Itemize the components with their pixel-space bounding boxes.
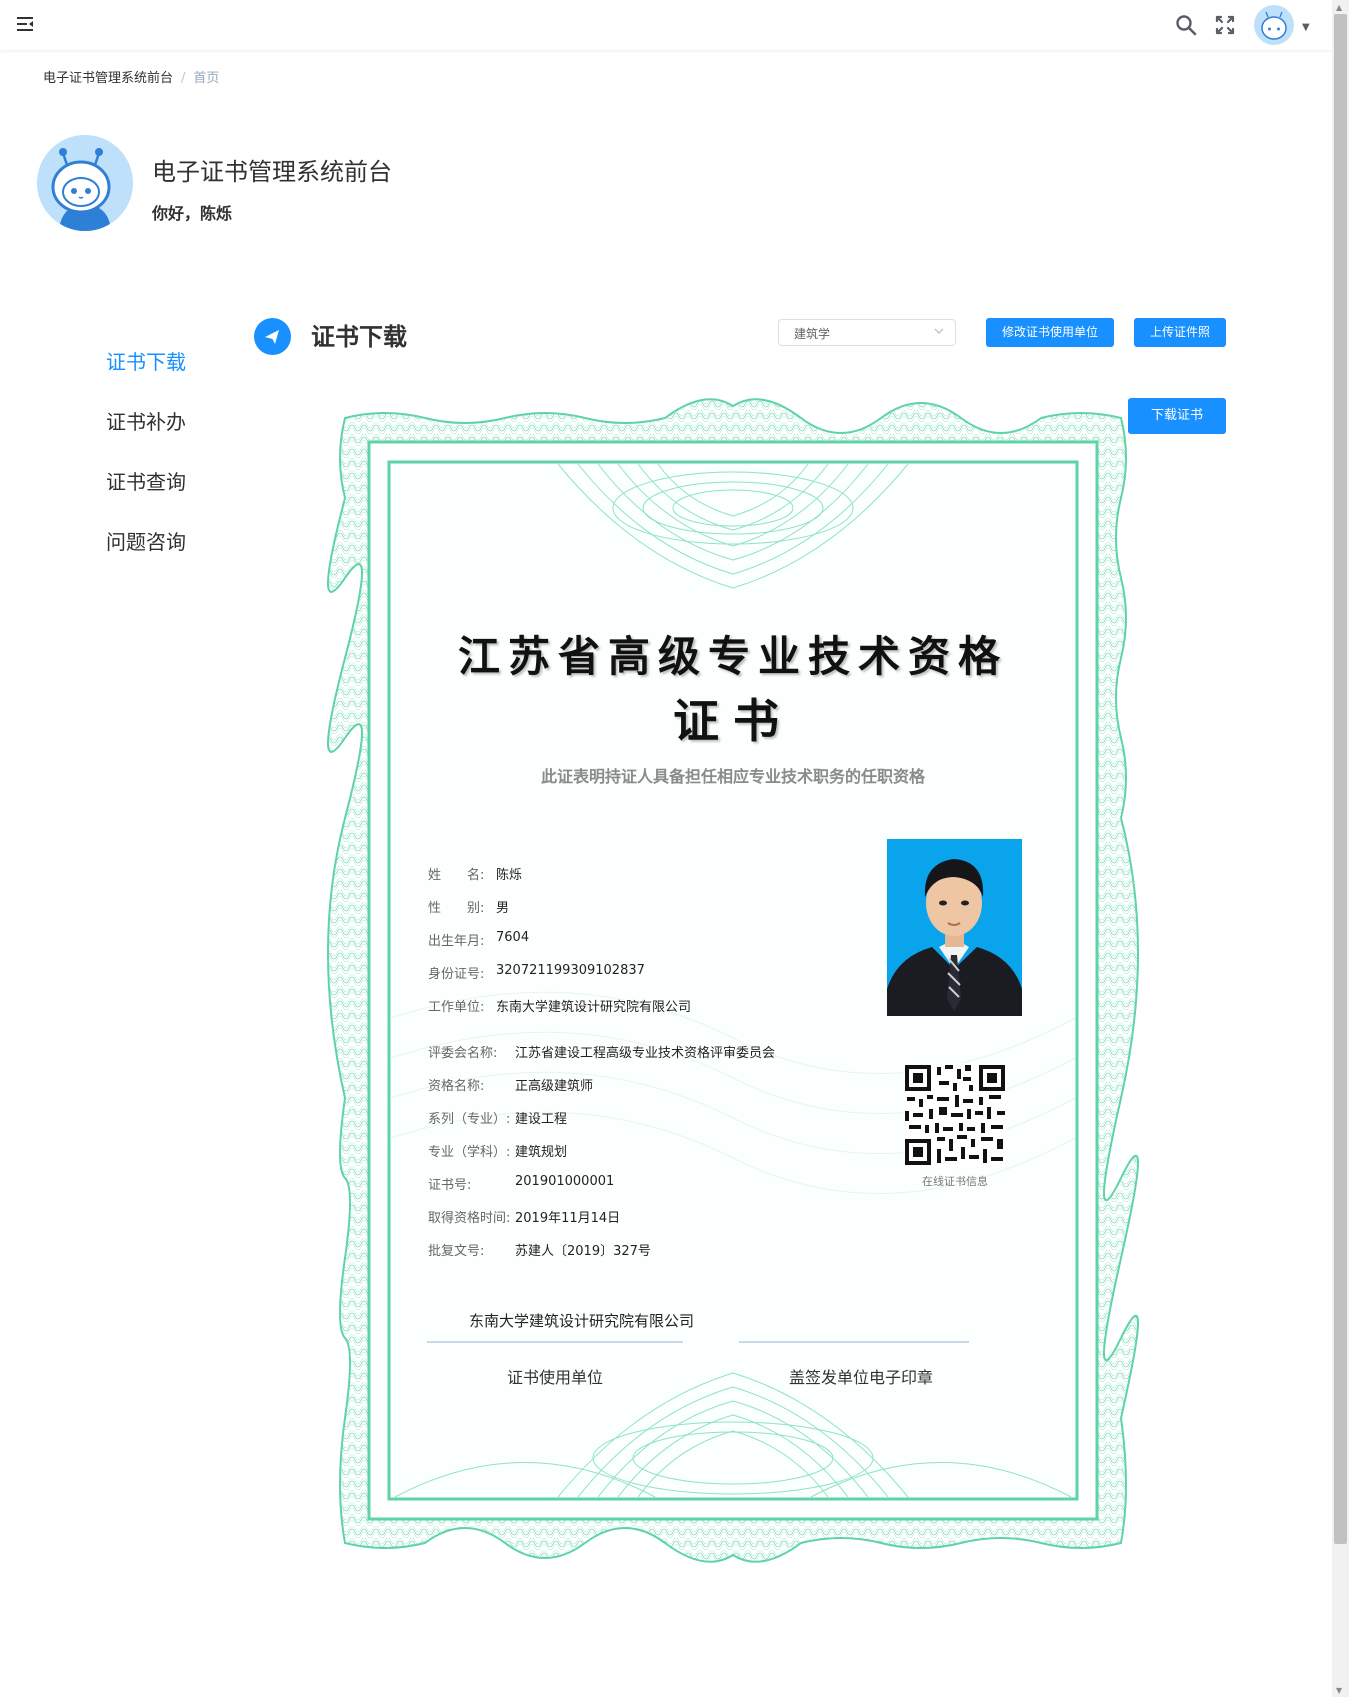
certificate: 江苏省高级专业技术资格 证书 此证表明持证人具备担任相应专业技术职务的任职资格 …: [325, 398, 1141, 1563]
field-value: 320721199309102837: [496, 963, 645, 978]
field-label: 评委会名称:: [428, 1046, 498, 1061]
edit-unit-button[interactable]: 修改证书使用单位: [986, 318, 1114, 347]
field-value: 东南大学建筑设计研究院有限公司: [496, 1000, 692, 1015]
upload-photo-button[interactable]: 上传证件照: [1134, 318, 1226, 347]
sidebar-item-consult[interactable]: 问题咨询: [106, 526, 186, 555]
breadcrumb-home[interactable]: 电子证书管理系统前台: [43, 71, 173, 86]
qr-code: [903, 1063, 1007, 1167]
field-value: 建设工程: [515, 1112, 568, 1127]
field-label: 工作单位:: [428, 1000, 485, 1015]
robot-avatar-icon: [1254, 5, 1294, 45]
field-label: 出生年月:: [428, 934, 485, 949]
scroll-up-arrow[interactable]: ▲: [1336, 3, 1342, 12]
field-value: 陈烁: [496, 868, 523, 883]
top-navbar: ▼: [0, 0, 1332, 50]
field-value: 正高级建筑师: [515, 1079, 594, 1094]
signature-line-right: [739, 1341, 969, 1343]
robot-avatar-icon: [37, 135, 133, 231]
field-label: 性 别:: [428, 901, 485, 916]
using-unit-caption: 证书使用单位: [507, 1368, 604, 1387]
field-value: 江苏省建设工程高级专业技术资格评审委员会: [515, 1046, 776, 1061]
certificate-title-line2: 证书: [673, 694, 793, 748]
certificate-subtitle: 此证表明持证人具备担任相应专业技术职务的任职资格: [540, 767, 925, 786]
caret-down-icon[interactable]: ▼: [1302, 22, 1310, 33]
download-certificate-button[interactable]: 下载证书: [1128, 398, 1226, 434]
field-label: 资格名称:: [428, 1079, 485, 1094]
breadcrumb: 电子证书管理系统前台 / 首页: [43, 67, 219, 86]
greeting-text: 你好，陈烁: [152, 204, 233, 223]
profile-avatar: [37, 135, 133, 231]
field-value: 苏建人〔2019〕327号: [515, 1244, 651, 1259]
major-select-value: 建筑学: [794, 327, 831, 341]
user-avatar[interactable]: [1254, 5, 1294, 45]
field-label: 身份证号:: [428, 967, 485, 982]
section-title: 证书下载: [311, 323, 407, 351]
major-select[interactable]: 建筑学: [778, 319, 956, 346]
field-label: 专业（学科）:: [428, 1145, 511, 1160]
system-title: 电子证书管理系统前台: [152, 158, 392, 186]
hamburger-icon[interactable]: [16, 15, 34, 33]
certificate-title: 江苏省高级专业技术资格: [457, 632, 1008, 681]
chevron-down-icon: [934, 328, 944, 334]
field-value: 201901000001: [515, 1174, 615, 1189]
field-label: 批复文号:: [428, 1244, 485, 1259]
field-label: 取得资格时间:: [428, 1211, 511, 1226]
search-icon[interactable]: [1174, 13, 1198, 37]
field-label: 系列（专业）:: [428, 1112, 511, 1127]
sidebar-item-query[interactable]: 证书查询: [106, 466, 186, 495]
breadcrumb-current: 首页: [193, 71, 220, 86]
qr-code-icon: [903, 1063, 1007, 1167]
signature-line-left: [427, 1341, 683, 1343]
field-value: 7604: [496, 930, 530, 945]
field-label: 证书号:: [428, 1178, 472, 1193]
sidebar-item-reissue[interactable]: 证书补办: [106, 406, 186, 435]
sidebar-item-download[interactable]: 证书下载: [106, 346, 186, 375]
seal-caption: 盖签发单位电子印章: [789, 1368, 934, 1387]
scroll-down-arrow[interactable]: ▼: [1336, 1686, 1342, 1695]
send-icon: [254, 318, 291, 355]
field-label: 姓 名:: [428, 868, 485, 883]
field-value: 2019年11月14日: [515, 1211, 621, 1226]
scrollbar-thumb[interactable]: [1334, 14, 1347, 1544]
fullscreen-icon[interactable]: [1213, 13, 1237, 37]
field-value: 男: [496, 901, 510, 916]
id-photo: [887, 839, 1022, 1016]
field-value: 建筑规划: [515, 1145, 568, 1160]
qr-caption: 在线证书信息: [922, 1175, 988, 1188]
using-unit-name: 东南大学建筑设计研究院有限公司: [469, 1312, 695, 1330]
breadcrumb-separator: /: [181, 71, 186, 86]
portrait-icon: [887, 839, 1022, 1016]
